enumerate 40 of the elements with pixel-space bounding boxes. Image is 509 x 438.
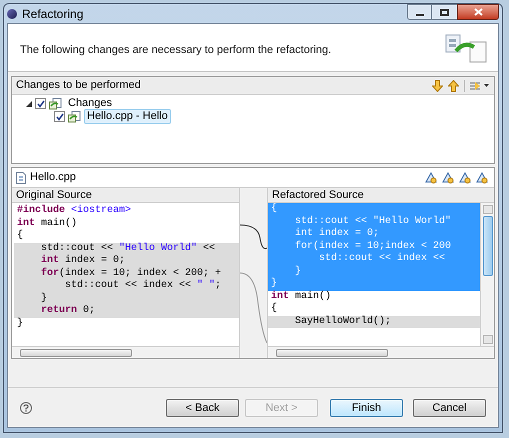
horizontal-scrollbar[interactable] [12,346,239,358]
maximize-button[interactable] [432,4,457,20]
compare-toolbar-icon[interactable] [476,172,488,184]
vertical-scrollbar[interactable] [480,203,494,346]
pane-header: Refactored Source [268,188,494,203]
compare-toolbar-icon[interactable] [425,172,437,184]
file-name: Hello.cpp [30,170,76,186]
code-line: } [16,318,24,330]
close-button[interactable] [457,4,499,20]
code-line: #include <iostream> [16,205,132,218]
code-line: int main() [270,290,332,302]
minimize-button[interactable] [407,4,432,20]
window-title: Refactoring [22,6,84,22]
checkbox[interactable] [35,98,46,109]
close-icon [474,8,482,16]
app-icon [7,8,17,18]
code-line: { [16,230,24,242]
refactoring-wizard-icon [444,32,488,62]
dialog-button[interactable]: Finish [330,398,403,416]
down-arrow-icon[interactable] [432,80,443,92]
up-arrow-icon[interactable] [448,80,459,92]
expand-arrow-icon[interactable] [26,100,32,106]
panel-title: Changes to be performed [16,78,141,94]
header-message: The following changes are necessary to perform the refactoring. [20,43,332,58]
compare-toolbar-icon[interactable] [459,172,471,184]
compare-toolbar-icon[interactable] [442,172,454,184]
code-line: int main() [16,218,78,230]
tree-item[interactable]: Hello.cpp - Hello [84,109,171,124]
horizontal-scrollbar[interactable] [268,346,494,358]
change-icon [68,110,81,122]
change-icon [49,98,62,110]
filter-menu-icon[interactable] [470,80,490,90]
dialog-button[interactable]: < Back [166,398,239,416]
help-icon[interactable] [20,402,32,414]
pane-header: Original Source [12,188,239,203]
dialog-button[interactable]: Cancel [413,398,486,416]
checkbox[interactable] [54,111,65,122]
tree-item[interactable]: Changes [65,96,116,111]
file-icon [16,172,26,184]
code-line: { [270,303,278,316]
